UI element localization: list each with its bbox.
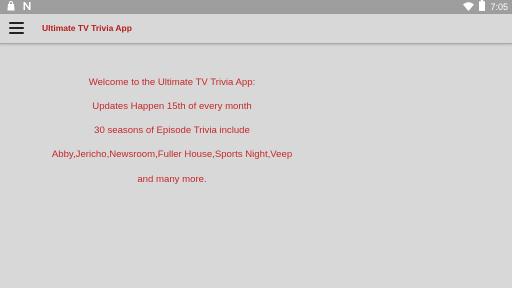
app-bar: Ultimate TV Trivia App: [0, 14, 512, 44]
welcome-line: Welcome to the Ultimate TV Trivia App:: [88, 77, 256, 88]
welcome-content: Welcome to the Ultimate TV Trivia App: U…: [0, 44, 344, 288]
status-time: 7:05: [490, 2, 508, 12]
status-bar: 7:05: [0, 0, 512, 14]
seasons-line: 30 seasons of Episode Trivia include: [94, 125, 250, 136]
status-left-icons: [6, 1, 32, 13]
shows-line: Abby,Jericho,Newsroom,Fuller House,Sport…: [51, 149, 293, 160]
updates-line: Updates Happen 15th of every month: [92, 101, 252, 112]
app-title: Ultimate TV Trivia App: [42, 23, 132, 33]
status-right-icons: 7:05: [463, 0, 508, 14]
hamburger-menu-icon[interactable]: [9, 22, 24, 35]
more-line: and many more.: [137, 174, 207, 185]
